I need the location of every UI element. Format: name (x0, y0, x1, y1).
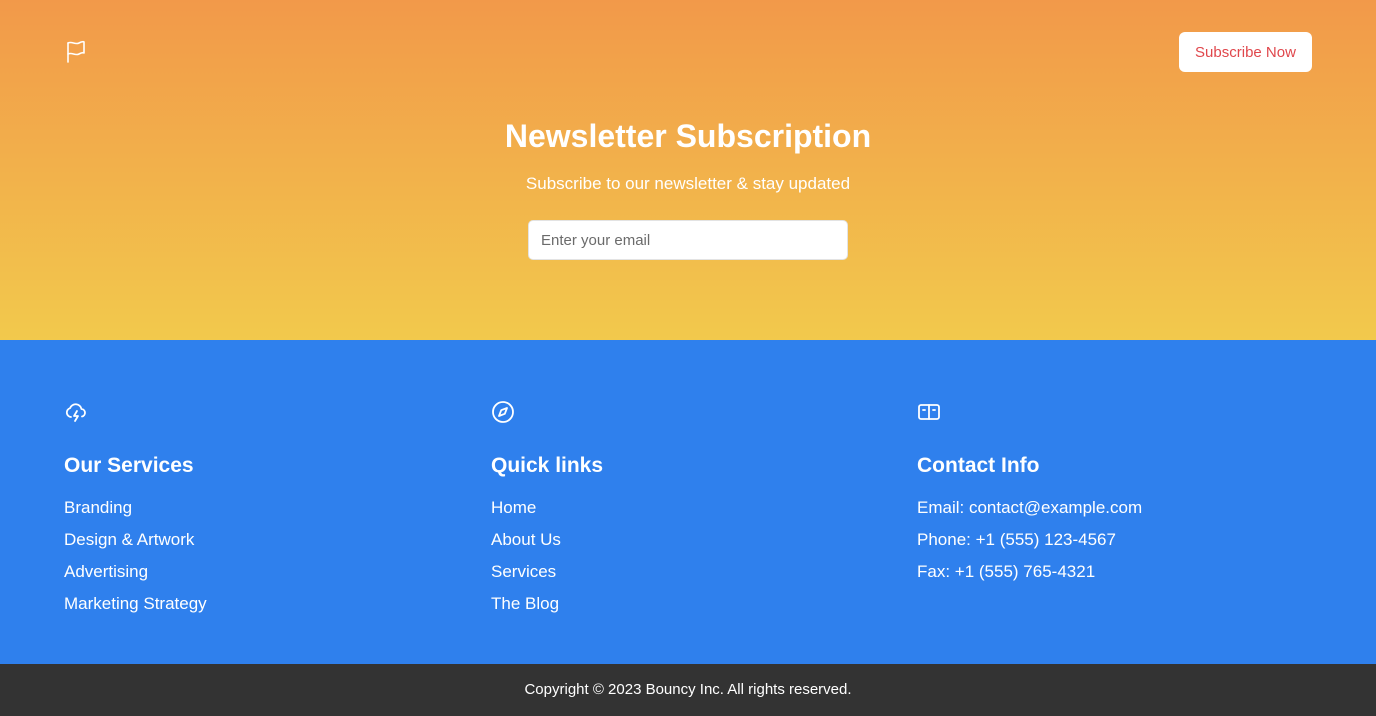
page-title: Newsletter Subscription (504, 118, 872, 154)
hero-section: Subscribe Now Newsletter Subscription Su… (0, 0, 1376, 340)
footer-link-design-artwork[interactable]: Design & Artwork (64, 530, 207, 562)
footer-link-about-us[interactable]: About Us (491, 530, 561, 562)
footer-link-marketing-strategy[interactable]: Marketing Strategy (64, 594, 207, 626)
footer-column-title: Quick links (491, 454, 604, 477)
subscribe-now-button[interactable]: Subscribe Now (1179, 32, 1312, 72)
copyright-bar: Copyright © 2023 Bouncy Inc. All rights … (0, 664, 1376, 716)
footer-link-services[interactable]: Services (491, 562, 561, 594)
email-input[interactable] (528, 220, 848, 260)
hero-subtitle: Subscribe to our newsletter & stay updat… (525, 174, 851, 193)
footer-link-home[interactable]: Home (491, 498, 561, 530)
contact-email: Email: contact@example.com (917, 498, 1143, 517)
wallet-icon (917, 400, 941, 424)
contact-fax: Fax: +1 (555) 765-4321 (917, 562, 1096, 581)
contact-info-list: Email: contact@example.com Phone: +1 (55… (917, 498, 1142, 594)
footer-link-branding[interactable]: Branding (64, 498, 207, 530)
contact-phone: Phone: +1 (555) 123-4567 (917, 530, 1116, 549)
cloud-lightning-icon (64, 400, 88, 424)
footer-link-list: Branding Design & Artwork Advertising Ma… (64, 498, 207, 626)
compass-icon (491, 400, 515, 424)
footer-column-title: Our Services (64, 454, 194, 477)
footer-link-the-blog[interactable]: The Blog (491, 594, 561, 626)
footer-link-advertising[interactable]: Advertising (64, 562, 207, 594)
flag-icon[interactable] (64, 40, 88, 64)
copyright-text: Copyright © 2023 Bouncy Inc. All rights … (524, 681, 852, 698)
footer-column-title: Contact Info (917, 454, 1040, 477)
footer-link-list: Home About Us Services The Blog (491, 498, 561, 626)
footer-links: Our Services Branding Design & Artwork A… (0, 340, 1376, 664)
